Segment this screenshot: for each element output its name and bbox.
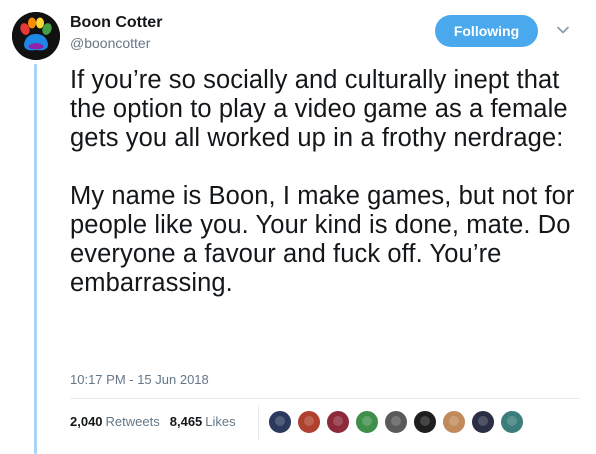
liker-avatar-3[interactable]	[326, 410, 350, 434]
following-button[interactable]: Following	[435, 15, 538, 47]
liker-avatar-7[interactable]	[442, 410, 466, 434]
likes-label: Likes	[205, 414, 236, 429]
tweet-timestamp[interactable]: 10:17 PM - 15 Jun 2018	[70, 372, 209, 388]
thread-line	[34, 64, 37, 454]
likers-list	[268, 410, 529, 434]
tweet-stats: 2,040 Retweets 8,465 Likes	[70, 414, 246, 429]
chevron-down-icon	[557, 26, 569, 34]
liker-avatar-5[interactable]	[384, 410, 408, 434]
avatar[interactable]	[12, 12, 60, 60]
likes-count: 8,465	[169, 414, 203, 429]
stats-separator	[258, 405, 259, 441]
tweet-text: If you’re so socially and culturally ine…	[70, 66, 575, 297]
retweets-label: Retweets	[105, 414, 160, 429]
rainbow-paw-icon	[12, 12, 60, 60]
liker-avatar-6[interactable]	[413, 410, 437, 434]
liker-avatar-1[interactable]	[268, 410, 292, 434]
liker-avatar-2[interactable]	[297, 410, 321, 434]
user-info: Boon Cotter @booncotter	[70, 13, 162, 52]
stats-divider	[70, 398, 580, 399]
likes-stat[interactable]: 8,465 Likes	[170, 414, 236, 429]
retweets-stat[interactable]: 2,040 Retweets	[70, 414, 160, 429]
liker-avatar-9[interactable]	[500, 410, 524, 434]
liker-avatar-4[interactable]	[355, 410, 379, 434]
user-name[interactable]: Boon Cotter	[70, 13, 162, 33]
more-options-caret[interactable]	[555, 22, 571, 38]
liker-avatar-8[interactable]	[471, 410, 495, 434]
user-handle[interactable]: @booncotter	[70, 34, 162, 52]
retweets-count: 2,040	[70, 414, 103, 429]
